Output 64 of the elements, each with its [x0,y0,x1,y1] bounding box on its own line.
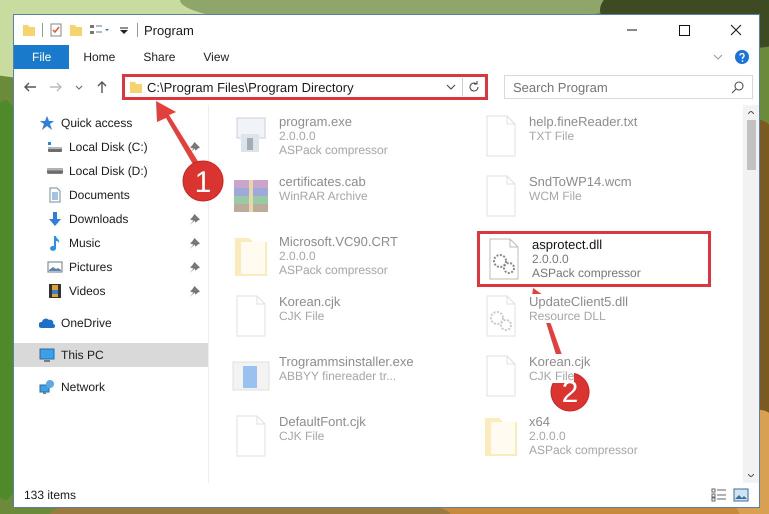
drive-icon [47,139,63,155]
file-detail: 2.0.0.0 [532,252,569,266]
film-icon [47,283,63,299]
sidebar-item[interactable]: Local Disk (D:) [14,159,152,183]
file-detail: Resource DLL [529,309,606,323]
sidebar-item[interactable]: Quick access [14,111,208,135]
scroll-thumb[interactable] [746,120,756,170]
pin-icon[interactable] [189,238,200,248]
star-icon [39,115,55,131]
large-icons-view-icon[interactable] [733,488,749,502]
file-detail: 2.0.0.0 [529,429,566,443]
sidebar-item[interactable]: Documents [14,183,134,207]
pin-icon[interactable] [189,214,200,224]
sidebar-item[interactable]: This PC [14,343,208,367]
step-number: 1 [194,166,212,199]
download-icon [47,211,63,227]
pictures-icon [47,259,63,275]
file-detail: WCM File [529,189,582,203]
file-detail: ASPack compressor [279,143,388,157]
search-icon[interactable] [731,80,745,94]
pin-icon[interactable] [189,286,200,296]
computer-icon [39,347,55,363]
pin-icon[interactable] [189,142,200,152]
search-field[interactable]: Search Program [504,75,753,99]
file-item[interactable]: asprotect.dll 2.0.0.0 ASPack compressor [477,231,711,287]
step-badge [550,372,590,412]
ribbon-tab[interactable]: File [14,45,70,69]
properties-icon[interactable] [49,23,63,37]
sidebar-item[interactable]: Pictures [14,255,116,279]
file-detail: ASPack compressor [279,263,388,277]
file-detail: ASPack compressor [529,443,638,457]
file-detail: ASPack compressor [532,266,641,280]
pin-icon[interactable] [189,262,200,272]
file-detail: ABBYY finereader tr... [279,369,396,383]
ribbon-tab[interactable]: View [189,45,244,69]
file-name: asprotect.dll [532,237,602,252]
sidebar-item[interactable]: Music [14,231,104,255]
scroll-down-icon[interactable] [748,474,754,477]
details-view-icon[interactable] [711,488,727,502]
file-detail: TXT File [529,129,574,143]
file-detail: WinRAR Archive [279,189,368,203]
drive-icon [47,168,63,174]
sidebar-item[interactable]: Videos [14,279,110,303]
step-badge [182,160,224,202]
callout-arrow [156,101,199,166]
file-detail: CJK File [279,309,324,323]
sidebar-item[interactable]: Downloads [14,207,132,231]
ribbon-tab[interactable]: Share [129,45,190,69]
document-icon [47,187,63,203]
view-options-icon[interactable] [89,23,111,37]
scrollbar[interactable] [743,105,759,483]
sidebar-item[interactable]: OneDrive [14,311,208,335]
address-bar[interactable]: C:\Program Files\Program Directory [122,74,488,100]
help-icon[interactable] [735,50,749,64]
file-detail: CJK File [279,429,324,443]
file-detail: 2.0.0.0 [279,249,316,263]
sidebar-item[interactable]: Local Disk (C:) [14,135,152,159]
network-icon [39,379,55,395]
ribbon-tab[interactable]: Home [69,45,130,69]
window-title: Program [144,22,194,38]
sidebar-item[interactable]: Network [14,375,208,399]
file-detail: 2.0.0.0 [279,129,316,143]
item-count: 133 items [24,488,76,502]
scroll-up-icon[interactable] [748,111,754,114]
